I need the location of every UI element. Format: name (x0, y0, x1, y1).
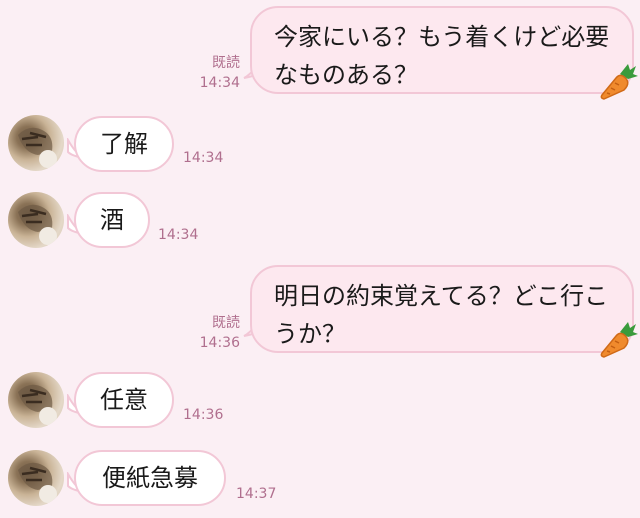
message-text: 便紙急募 (102, 464, 198, 492)
read-receipt: 既読 (212, 315, 240, 331)
message-text: 明日の約束覚えてる？どこ行こうか？ (274, 282, 609, 348)
carrot-icon (600, 322, 638, 358)
cat-avatar-icon[interactable] (8, 192, 64, 248)
read-receipt: 既読 (212, 55, 240, 71)
message-meta: 既読 14:36 (186, 315, 240, 352)
message-time: 14:37 (236, 486, 277, 502)
cat-avatar-icon[interactable] (8, 450, 64, 506)
message-time: 14:34 (199, 75, 240, 91)
message-bubble[interactable]: 今家にいる？もう着くけど必要なものある？ (250, 6, 634, 94)
message-time: 14:36 (199, 335, 240, 351)
message-bubble[interactable]: 任意 (74, 372, 174, 428)
message-text: 了解 (100, 130, 148, 158)
message-text: 任意 (100, 386, 148, 414)
message-text: 酒 (100, 206, 124, 234)
cat-avatar-icon[interactable] (8, 115, 64, 171)
carrot-icon (600, 64, 638, 100)
cat-avatar-icon[interactable] (8, 372, 64, 428)
message-time: 14:34 (158, 227, 199, 243)
message-time: 14:36 (183, 407, 224, 423)
message-bubble[interactable]: 酒 (74, 192, 150, 248)
message-text: 今家にいる？もう着くけど必要なものある？ (274, 23, 610, 89)
message-bubble[interactable]: 了解 (74, 116, 174, 172)
message-bubble[interactable]: 明日の約束覚えてる？どこ行こうか？ (250, 265, 634, 353)
message-time: 14:34 (183, 150, 224, 166)
message-bubble[interactable]: 便紙急募 (74, 450, 226, 506)
message-meta: 既読 14:34 (186, 55, 240, 92)
